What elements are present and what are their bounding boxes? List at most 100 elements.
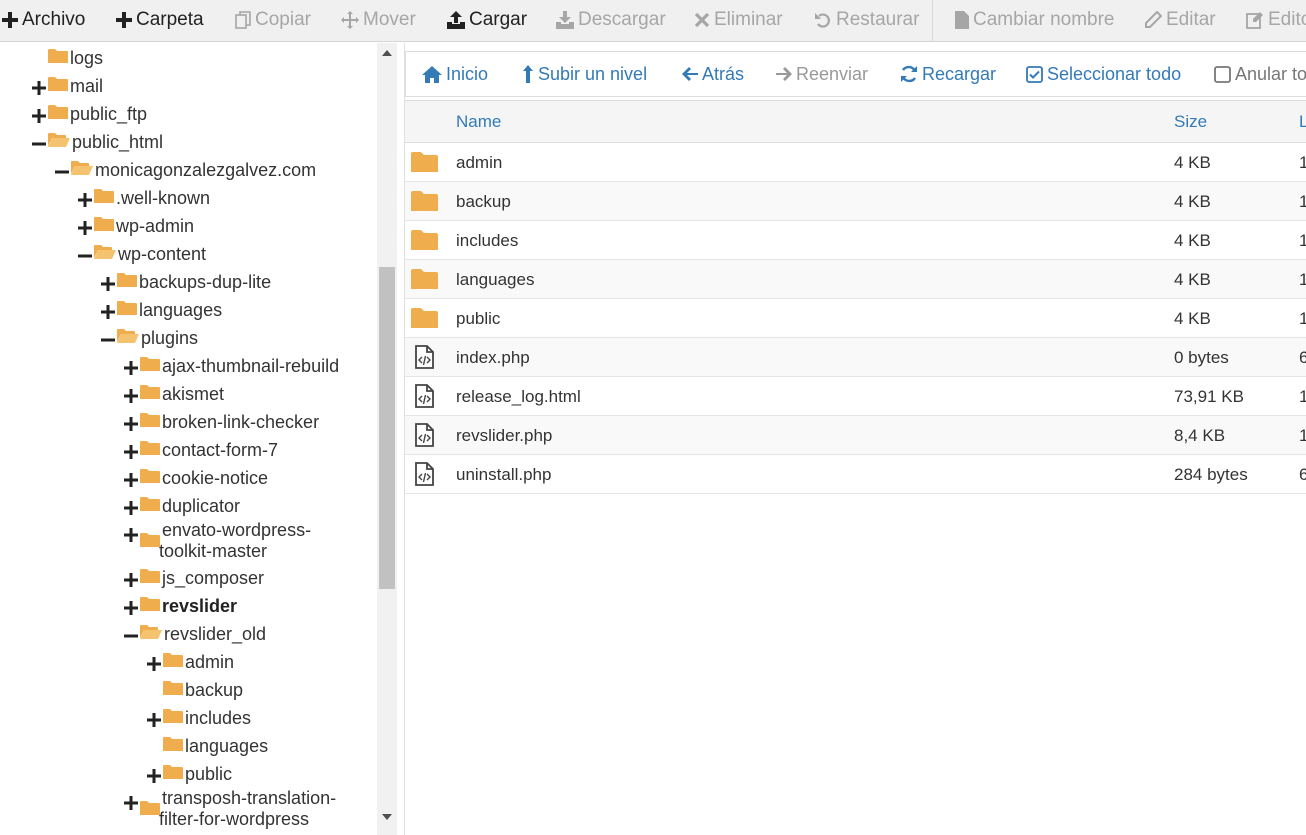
- folder-icon: [140, 412, 160, 433]
- tree-item[interactable]: backup: [147, 676, 243, 704]
- expand-plus-icon[interactable]: [147, 711, 161, 727]
- file-name[interactable]: includes: [456, 231, 518, 251]
- expand-plus-icon[interactable]: [124, 526, 138, 542]
- table-row[interactable]: index.php 0 bytes 6: [405, 338, 1306, 377]
- tree-scrollbar-thumb[interactable]: [379, 267, 395, 589]
- table-row[interactable]: admin 4 KB 1: [405, 143, 1306, 182]
- tree-item[interactable]: broken-link-checker: [124, 408, 319, 436]
- html-edit-button[interactable]: Edito: [1246, 0, 1306, 40]
- forward-button[interactable]: Reenviar: [776, 52, 868, 96]
- tree-item[interactable]: plugins: [101, 324, 198, 352]
- tree-item[interactable]: logs: [32, 44, 103, 72]
- rename-button[interactable]: Cambiar nombre: [955, 0, 1115, 40]
- expand-plus-icon[interactable]: [124, 415, 138, 431]
- file-name[interactable]: admin: [456, 153, 502, 173]
- edit-button[interactable]: Editar: [1144, 0, 1216, 40]
- home-button[interactable]: Inicio: [422, 52, 488, 96]
- file-name[interactable]: backup: [456, 192, 511, 212]
- reload-button[interactable]: Recargar: [900, 52, 996, 96]
- expand-plus-icon[interactable]: [124, 571, 138, 587]
- code-file-icon: [413, 384, 435, 413]
- folder-icon: [140, 800, 160, 821]
- select-all-button[interactable]: Seleccionar todo: [1026, 52, 1181, 96]
- file-name[interactable]: languages: [456, 270, 534, 290]
- tree-item[interactable]: backups-dup-lite: [101, 268, 271, 296]
- expand-plus-icon[interactable]: [101, 275, 115, 291]
- new-folder-button[interactable]: Carpeta: [116, 0, 204, 40]
- collapse-minus-icon[interactable]: [78, 247, 92, 261]
- table-row[interactable]: uninstall.php 284 bytes 6: [405, 455, 1306, 494]
- expand-plus-icon[interactable]: [124, 387, 138, 403]
- collapse-minus-icon[interactable]: [101, 331, 115, 345]
- tree-scrollbar[interactable]: [377, 43, 397, 835]
- tree-item[interactable]: languages: [101, 296, 222, 324]
- tree-item[interactable]: envato-wordpress-toolkit-master: [124, 520, 362, 566]
- file-name[interactable]: public: [456, 309, 500, 329]
- tree-item[interactable]: languages: [147, 732, 268, 760]
- expand-plus-icon[interactable]: [147, 655, 161, 671]
- expand-plus-icon[interactable]: [124, 599, 138, 615]
- table-row[interactable]: languages 4 KB 1: [405, 260, 1306, 299]
- restore-button[interactable]: Restaurar: [814, 0, 919, 40]
- expand-plus-icon[interactable]: [32, 107, 46, 123]
- tree-item[interactable]: mail: [32, 72, 103, 100]
- expand-plus-icon[interactable]: [101, 303, 115, 319]
- tree-item[interactable]: js_composer: [124, 564, 264, 592]
- expand-plus-icon[interactable]: [32, 79, 46, 95]
- expand-plus-icon[interactable]: [124, 499, 138, 515]
- tree-item[interactable]: wp-content: [78, 240, 206, 268]
- scroll-up-icon[interactable]: [377, 43, 397, 63]
- delete-button[interactable]: Eliminar: [694, 0, 783, 40]
- expand-plus-icon[interactable]: [124, 443, 138, 459]
- tree-item[interactable]: admin: [147, 648, 234, 676]
- move-button[interactable]: Mover: [341, 0, 416, 40]
- expand-plus-icon[interactable]: [147, 767, 161, 783]
- tree-item[interactable]: cookie-notice: [124, 464, 268, 492]
- download-button[interactable]: Descargar: [556, 0, 666, 40]
- tree-item[interactable]: revslider: [124, 592, 237, 620]
- tree-item[interactable]: public: [147, 760, 232, 788]
- expand-plus-icon[interactable]: [124, 794, 138, 810]
- collapse-minus-icon[interactable]: [55, 163, 69, 177]
- tree-item[interactable]: public_html: [32, 128, 163, 156]
- file-name[interactable]: revslider.php: [456, 426, 552, 446]
- rename-label: Cambiar nombre: [973, 9, 1115, 30]
- file-name[interactable]: release_log.html: [456, 387, 581, 407]
- tree-item[interactable]: .well-known: [78, 184, 210, 212]
- file-name[interactable]: uninstall.php: [456, 465, 551, 485]
- expand-plus-icon[interactable]: [124, 359, 138, 375]
- unselect-all-button[interactable]: Anular to: [1214, 52, 1306, 96]
- table-row[interactable]: includes 4 KB 1: [405, 221, 1306, 260]
- last-modified-column-header[interactable]: L: [1299, 112, 1306, 132]
- collapse-minus-icon[interactable]: [124, 627, 138, 641]
- expand-plus-icon[interactable]: [78, 219, 92, 235]
- table-row[interactable]: release_log.html 73,91 KB 1: [405, 377, 1306, 416]
- tree-item[interactable]: duplicator: [124, 492, 240, 520]
- table-row[interactable]: public 4 KB 1: [405, 299, 1306, 338]
- tree-item[interactable]: contact-form-7: [124, 436, 278, 464]
- scroll-down-icon[interactable]: [377, 807, 397, 827]
- back-button[interactable]: Atrás: [682, 52, 744, 96]
- collapse-minus-icon[interactable]: [32, 135, 46, 149]
- tree-item[interactable]: wp-admin: [78, 212, 194, 240]
- tree-item[interactable]: public_ftp: [32, 100, 147, 128]
- tree-item[interactable]: transposh-translation-filter-for-wordpre…: [124, 788, 362, 834]
- tree-item[interactable]: monicagonzalezgalvez.com: [55, 156, 316, 184]
- navigation-bar: Inicio Subir un nivel Atrás Reenviar Rec…: [405, 51, 1306, 97]
- expand-plus-icon[interactable]: [78, 191, 92, 207]
- file-name[interactable]: index.php: [456, 348, 530, 368]
- tree-item[interactable]: akismet: [124, 380, 224, 408]
- tree-item[interactable]: includes: [147, 704, 251, 732]
- table-row[interactable]: revslider.php 8,4 KB 1: [405, 416, 1306, 455]
- up-one-level-button[interactable]: Subir un nivel: [522, 52, 647, 96]
- expand-plus-icon[interactable]: [124, 471, 138, 487]
- tree-item[interactable]: revslider_old: [124, 620, 266, 648]
- copy-button[interactable]: Copiar: [235, 0, 311, 40]
- new-file-button[interactable]: Archivo: [2, 0, 85, 40]
- name-column-header[interactable]: Name: [456, 112, 501, 132]
- size-column-header[interactable]: Size: [1174, 112, 1207, 132]
- upload-button[interactable]: Cargar: [447, 0, 527, 40]
- table-row[interactable]: backup 4 KB 1: [405, 182, 1306, 221]
- plus-icon: [2, 12, 18, 28]
- tree-item[interactable]: ajax-thumbnail-rebuild: [124, 352, 339, 380]
